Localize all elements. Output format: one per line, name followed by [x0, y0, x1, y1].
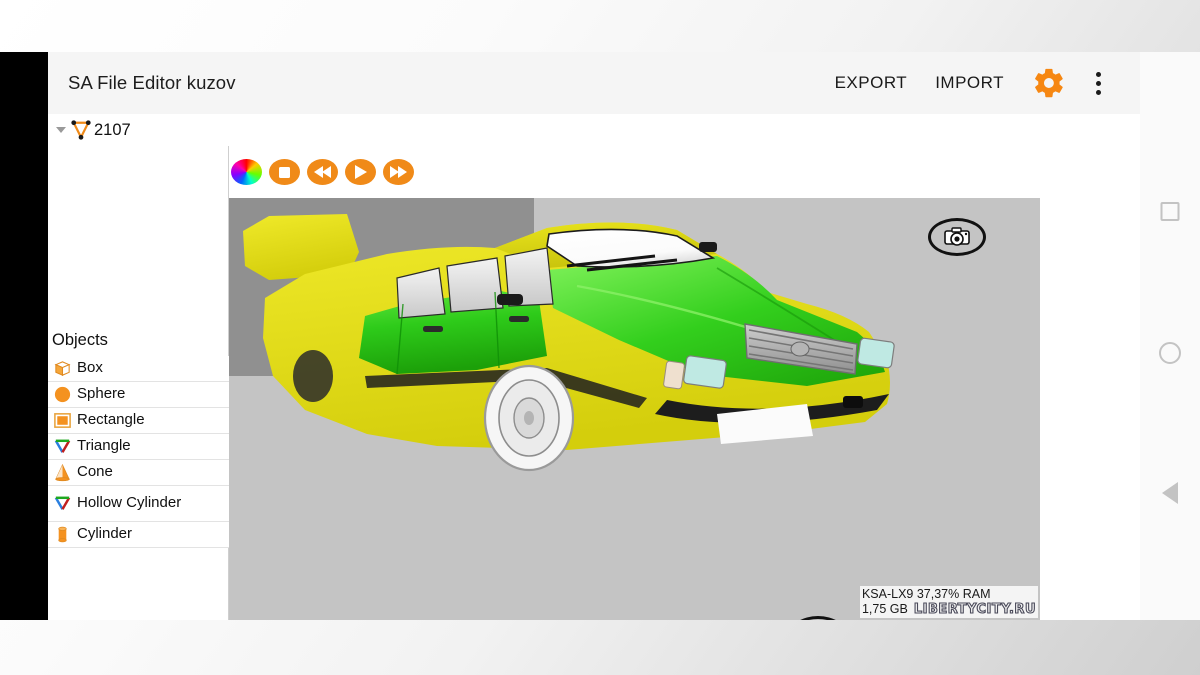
device-screen: SA File Editor kuzov EXPORT IMPORT: [0, 52, 1200, 620]
overflow-menu-button[interactable]: [1078, 60, 1118, 106]
recents-square-icon[interactable]: [1161, 202, 1180, 221]
screen-left-letterbox: [0, 52, 48, 620]
object-label: Box: [77, 360, 103, 376]
cylinder-icon: [52, 525, 72, 545]
device-stats-line: KSA-LX9 37,37% RAM: [862, 587, 1036, 602]
gear-icon: [1032, 66, 1066, 100]
object-label: Triangle: [77, 438, 131, 454]
camera-icon: [942, 226, 972, 248]
scene-tree-row[interactable]: 2107: [48, 114, 229, 146]
object-item-hollow-cylinder[interactable]: Hollow Cylinder: [48, 486, 229, 522]
export-button[interactable]: EXPORT: [821, 67, 922, 99]
more-vertical-icon: [1096, 90, 1101, 95]
object-label: Cylinder: [77, 526, 132, 542]
object-label: Rectangle: [77, 412, 145, 428]
object-item-sphere[interactable]: Sphere: [48, 382, 229, 408]
object-item-rectangle[interactable]: Rectangle: [48, 408, 229, 434]
page-title: SA File Editor kuzov: [68, 72, 236, 94]
device-stats-overlay: KSA-LX9 37,37% RAM 1,75 GB LIBERTYCITY.R…: [860, 586, 1038, 618]
object-item-box[interactable]: Box: [48, 356, 229, 382]
app-bar-actions: EXPORT IMPORT: [821, 60, 1140, 106]
android-navigation-bar: [1140, 52, 1200, 620]
object-item-cone[interactable]: Cone: [48, 460, 229, 486]
import-button[interactable]: IMPORT: [921, 67, 1018, 99]
app-window: SA File Editor kuzov EXPORT IMPORT: [48, 52, 1140, 620]
objects-sidebar: Objects Box: [48, 146, 229, 620]
back-triangle-icon[interactable]: [1162, 482, 1178, 504]
main-car-model: [229, 146, 1040, 620]
object-label: Hollow Cylinder: [77, 495, 181, 511]
sphere-icon: [52, 385, 72, 405]
watermark: LIBERTYCITY.RU: [914, 602, 1036, 617]
object-item-cylinder[interactable]: Cylinder: [48, 522, 229, 548]
triangle-icon: [52, 437, 72, 457]
rectangle-icon: [52, 411, 72, 431]
object-label: Sphere: [77, 386, 125, 402]
scene-tree-label: 2107: [94, 121, 131, 140]
cone-icon: [52, 463, 72, 483]
more-vertical-icon: [1096, 81, 1101, 86]
objects-header: Objects: [48, 326, 108, 354]
mesh-triangle-icon: [70, 120, 92, 140]
box-icon: [52, 359, 72, 379]
object-item-triangle[interactable]: Triangle: [48, 434, 229, 460]
chevron-down-icon[interactable]: [54, 123, 68, 137]
more-vertical-icon: [1096, 72, 1101, 77]
camera-button[interactable]: [928, 218, 986, 256]
screenshot-root: SA File Editor kuzov EXPORT IMPORT: [0, 0, 1200, 675]
hollow-cylinder-icon: [52, 494, 72, 514]
object-label: Cone: [77, 464, 113, 480]
memory-value: 1,75 GB: [862, 602, 908, 617]
app-bar: SA File Editor kuzov EXPORT IMPORT: [48, 52, 1140, 114]
settings-button[interactable]: [1026, 60, 1072, 106]
home-circle-icon[interactable]: [1159, 342, 1181, 364]
objects-list: Box Sphere: [48, 356, 229, 548]
model-viewport[interactable]: KSA-LX9 37,37% RAM 1,75 GB LIBERTYCITY.R…: [229, 146, 1040, 620]
